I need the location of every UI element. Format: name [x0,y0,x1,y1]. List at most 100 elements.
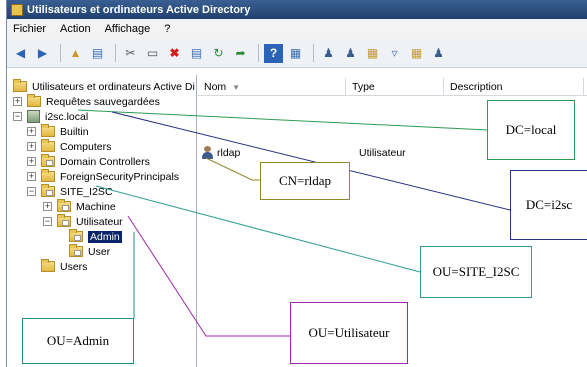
folder-icon [41,139,55,152]
toolbar: ◀ ▶ ▲ ▤ ✂ ▭ ✖ ▤ ↻ ➦ ? ▦ ♟ ♟ ▦ ▿ ▦ ♟ [7,39,587,68]
properties-icon[interactable]: ▤ [187,44,206,63]
collapse-icon[interactable]: − [27,187,36,196]
annotation-cn-rldap: CN=rldap [260,162,350,200]
annotation-text: DC=local [505,122,557,137]
help-icon[interactable]: ? [264,43,283,63]
domain-icon [27,110,40,123]
ou-folder-icon [57,214,71,227]
column-label: Nom [204,81,227,93]
back-icon[interactable]: ◀ [11,44,30,63]
annotation-ou-utilisateur: OU=Utilisateur [290,302,408,364]
ou-folder-icon [57,199,71,212]
filter-icon[interactable]: ▿ [385,44,404,63]
tree-item-saved-queries[interactable]: + Requêtes sauvegardées [13,94,160,109]
tree-root-label: Utilisateurs et ordinateurs Active Di [32,80,195,93]
tree-item-label: Utilisateur [76,215,123,228]
ou-folder-icon [69,229,83,242]
annotation-text: CN=rldap [278,173,332,188]
expand-icon[interactable]: + [27,157,36,166]
toolbar-separator [115,44,116,62]
ou-folder-icon [69,244,83,257]
menu-action[interactable]: Action [60,23,91,35]
refresh-icon[interactable]: ↻ [209,44,228,63]
title-bar: Utilisateurs et ordinateurs Active Direc… [7,0,587,19]
tree-item-label: Domain Controllers [60,155,150,168]
expand-icon[interactable]: + [13,97,22,106]
tree-item-utilisateur[interactable]: − Utilisateur [43,214,123,229]
window-title: Utilisateurs et ordinateurs Active Direc… [27,3,251,16]
expand-icon[interactable]: + [43,202,52,211]
folder-icon [27,94,41,107]
tree-root[interactable]: Utilisateurs et ordinateurs Active Di [13,79,195,94]
tree-item-label: ForeignSecurityPrincipals [60,170,180,183]
delete-icon[interactable]: ✖ [165,44,184,63]
add-to-group-icon[interactable]: ▦ [407,44,426,63]
sort-icon: ▼ [232,82,241,92]
tree-item-builtin[interactable]: + Builtin [27,124,89,139]
tree-item-label: Computers [60,140,112,153]
folder-icon [41,169,55,182]
row-type: Utilisateur [359,146,406,159]
tree-item-user[interactable]: User [69,244,110,259]
folder-icon [13,79,27,92]
annotation-text: DC=i2sc [525,197,573,212]
annotation-dc-i2sc: DC=i2sc [510,170,587,240]
toolbar-separator [60,44,61,62]
tree-item-foreign-security-principals[interactable]: + ForeignSecurityPrincipals [27,169,179,184]
app-icon [11,3,23,16]
menu-fichier[interactable]: Fichier [13,23,46,35]
toolbar-separator [258,44,259,62]
expand-icon[interactable]: + [27,127,36,136]
annotation-text: OU=Utilisateur [308,325,390,340]
console-icon[interactable]: ▦ [286,44,305,63]
user-icon [202,146,213,159]
tree-item-label: Machine [76,200,116,213]
new-group-icon[interactable]: ♟ [341,44,360,63]
copy-icon[interactable]: ▭ [143,44,162,63]
tree-item-label: Requêtes sauvegardées [46,95,160,108]
column-label: Type [352,81,375,93]
tree-item-label: i2sc.local [45,110,89,123]
folder-icon [41,259,55,272]
folder-icon [41,124,55,137]
tree-item-label: Users [60,260,88,273]
tree-item-computers[interactable]: + Computers [27,139,111,154]
menu-affichage[interactable]: Affichage [105,23,151,35]
row-name: rldap [217,146,241,159]
delegate-icon[interactable]: ♟ [429,44,448,63]
tree-item-label: Builtin [60,125,89,138]
up-folder-icon[interactable]: ▲ [66,44,85,63]
ou-folder-icon [41,154,55,167]
tree-item-domain-controllers[interactable]: + Domain Controllers [27,154,150,169]
tree-item-label: SITE_I2SC [60,185,113,198]
export-icon[interactable]: ➦ [231,44,250,63]
cut-icon[interactable]: ✂ [121,44,140,63]
annotation-text: OU=Admin [46,333,110,348]
annotation-ou-admin: OU=Admin [22,318,134,364]
tree-item-domain[interactable]: − i2sc.local [13,109,88,124]
column-header-nom[interactable]: Nom ▼ [198,78,346,96]
column-header-type[interactable]: Type [346,78,444,96]
collapse-icon[interactable]: − [43,217,52,226]
expand-icon[interactable]: + [27,142,36,151]
ou-folder-icon [41,184,55,197]
expand-icon[interactable]: + [27,172,36,181]
annotation-ou-site: OU=SITE_I2SC [420,246,532,298]
menu-bar: Fichier Action Affichage ? [7,19,587,39]
column-header-description[interactable]: Description [444,78,584,96]
annotation-dc-local: DC=local [487,100,575,160]
tree-item-users[interactable]: Users [41,259,87,274]
tree-item-site-i2sc[interactable]: − SITE_I2SC [27,184,113,199]
tree-item-machine[interactable]: + Machine [43,199,116,214]
collapse-icon[interactable]: − [13,112,22,121]
menu-help[interactable]: ? [164,23,170,35]
new-user-icon[interactable]: ♟ [319,44,338,63]
tree-item-label-selected: Admin [88,230,122,243]
annotation-text: OU=SITE_I2SC [432,264,520,279]
column-label: Description [450,81,503,93]
forward-icon[interactable]: ▶ [33,44,52,63]
tree-item-admin[interactable]: Admin [69,229,122,244]
tree-item-label: User [88,245,111,258]
show-tree-icon[interactable]: ▤ [88,44,107,63]
new-ou-icon[interactable]: ▦ [363,44,382,63]
